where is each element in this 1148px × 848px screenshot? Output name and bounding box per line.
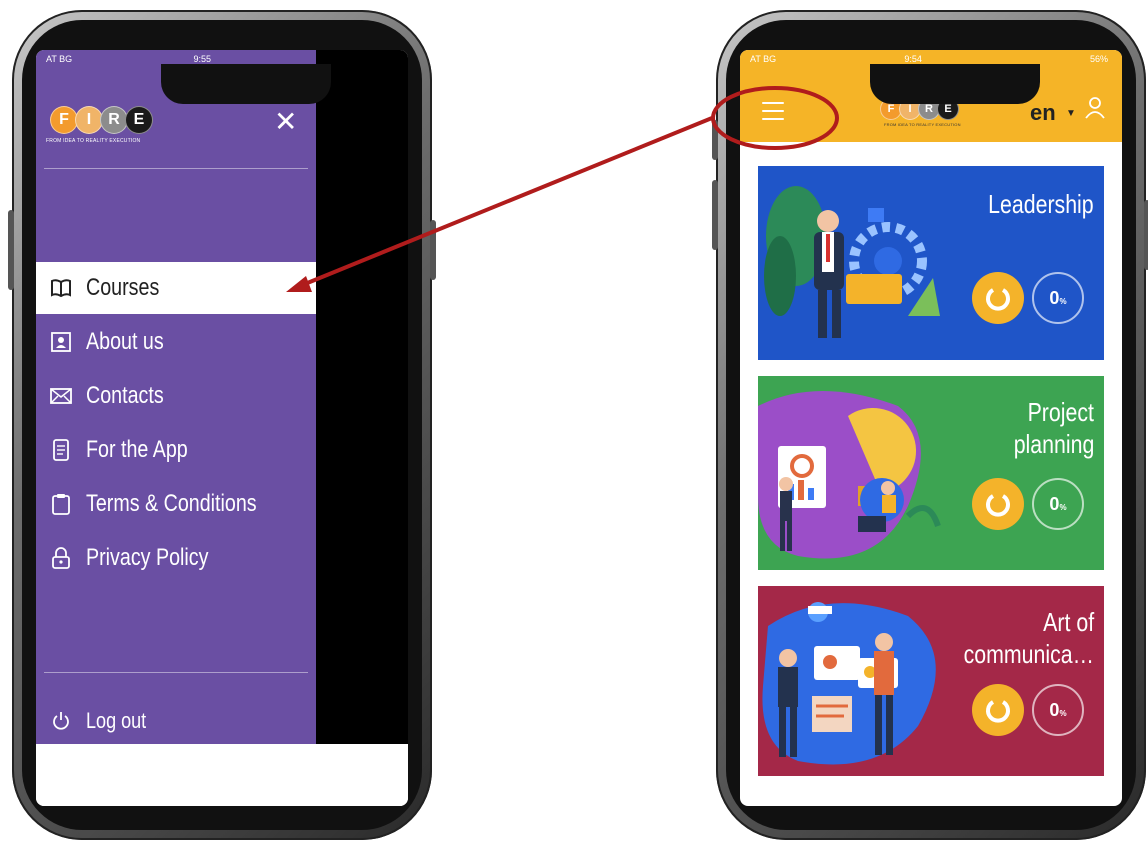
logo-tagline: FROM IDEA TO REALITY EXECUTION <box>884 122 961 127</box>
progress-percent: 0% <box>1032 478 1084 530</box>
course-title: Leadership <box>988 189 1094 219</box>
carrier: AT BG <box>750 54 777 64</box>
fire-logo: F I R E <box>50 106 153 134</box>
user-icon[interactable] <box>1084 96 1106 125</box>
language-selector[interactable]: en <box>1030 100 1056 126</box>
phone-doc-icon <box>50 439 72 461</box>
menu-item-for-the-app[interactable]: For the App <box>36 424 316 476</box>
lock-icon <box>50 547 72 569</box>
menu-item-terms[interactable]: Terms & Conditions <box>36 478 316 530</box>
logout-button[interactable]: Log out <box>36 695 316 747</box>
logo-letter: E <box>125 106 153 134</box>
right-screen: AT BG 9:54 56% F I R E FROM IDEA TO REAL… <box>740 50 1122 806</box>
person-card-icon <box>50 331 72 353</box>
side-button <box>8 210 14 290</box>
menu-item-about-us[interactable]: About us <box>36 316 316 368</box>
project-planning-illustration <box>758 391 941 559</box>
side-button <box>430 220 436 280</box>
course-card-leadership[interactable]: Leadership 0% <box>758 166 1104 360</box>
menu-item-courses[interactable]: Courses <box>36 262 316 314</box>
course-title: Project planning <box>1013 397 1094 459</box>
progress-percent: 0% <box>1032 272 1084 324</box>
book-icon <box>50 277 72 299</box>
divider <box>44 168 308 169</box>
leadership-illustration <box>764 186 940 338</box>
menu-item-label: Contacts <box>86 382 164 409</box>
logo-letter: R <box>100 106 128 134</box>
power-icon <box>50 710 72 732</box>
logo-letter: I <box>75 106 103 134</box>
side-button <box>712 120 718 160</box>
battery: 56% <box>1089 54 1108 64</box>
carrier: AT BG <box>46 54 73 64</box>
course-card-project-planning[interactable]: Project planning 0% <box>758 376 1104 570</box>
logo-tagline: FROM IDEA TO REALITY EXECUTION <box>46 138 141 144</box>
notch <box>870 64 1040 104</box>
progress-ring-icon[interactable] <box>972 478 1024 530</box>
phone-left: AT BG 9:55 F I R E FROM IDEA TO REALITY … <box>8 10 436 840</box>
course-title: Art of communica… <box>963 607 1094 669</box>
divider <box>44 672 308 673</box>
side-button <box>712 180 718 250</box>
menu-item-label: About us <box>86 328 164 355</box>
menu-item-label: Courses <box>86 274 160 301</box>
left-screen: AT BG 9:55 F I R E FROM IDEA TO REALITY … <box>36 50 408 806</box>
logo-letter: F <box>50 106 78 134</box>
menu-item-label: Terms & Conditions <box>86 490 257 517</box>
side-button <box>1144 200 1148 270</box>
menu-item-contacts[interactable]: Contacts <box>36 370 316 422</box>
envelope-icon <box>50 385 72 407</box>
side-menu: AT BG 9:55 F I R E FROM IDEA TO REALITY … <box>36 50 316 744</box>
clipboard-icon <box>50 493 72 515</box>
progress-ring-icon[interactable] <box>972 272 1024 324</box>
logout-label: Log out <box>86 708 147 733</box>
menu-item-privacy-policy[interactable]: Privacy Policy <box>36 532 316 584</box>
menu-item-label: For the App <box>86 436 188 463</box>
notch <box>161 64 331 104</box>
dim-overlay[interactable] <box>316 50 408 744</box>
communication-illustration <box>762 602 936 765</box>
menu-item-label: Privacy Policy <box>86 544 209 571</box>
progress-percent: 0% <box>1032 684 1084 736</box>
close-icon[interactable]: ✕ <box>274 108 297 136</box>
home-indicator-area <box>36 744 408 806</box>
course-card-art-of-communication[interactable]: Art of communica… 0% <box>758 586 1104 776</box>
phone-right: AT BG 9:54 56% F I R E FROM IDEA TO REAL… <box>712 10 1148 840</box>
chevron-down-icon[interactable]: ▼ <box>1066 108 1076 119</box>
progress-ring-icon[interactable] <box>972 684 1024 736</box>
hamburger-menu-icon[interactable] <box>762 102 784 120</box>
